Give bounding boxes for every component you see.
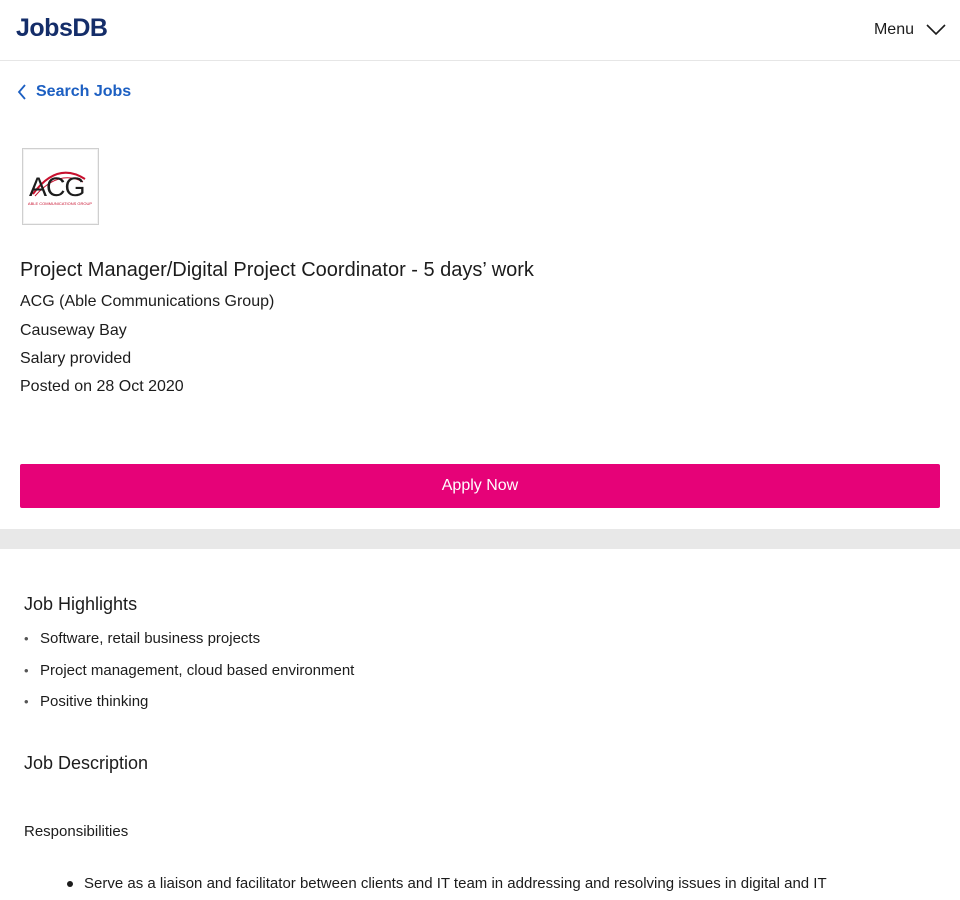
menu-button[interactable]: Menu	[874, 16, 946, 44]
chevron-left-icon	[17, 84, 26, 100]
section-divider	[0, 529, 960, 549]
highlight-text: Software, retail business projects	[40, 630, 261, 647]
top-header: JobsDB Menu	[0, 0, 960, 61]
back-to-search-link[interactable]: Search Jobs	[16, 80, 131, 104]
responsibility-item: Serve as a liaison and facilitator betwe…	[67, 874, 904, 894]
company-name[interactable]: ACG (Able Communications Group)	[20, 292, 274, 312]
acg-logo-image: ACG ABLE COMMUNICATIONS GROUP	[28, 171, 92, 206]
bullet-icon: •	[24, 631, 29, 646]
responsibility-text: Serve as a liaison and facilitator betwe…	[84, 875, 827, 892]
company-logo[interactable]: ACG ABLE COMMUNICATIONS GROUP	[22, 148, 99, 225]
back-link-label: Search Jobs	[36, 83, 132, 100]
bullet-icon: •	[24, 694, 29, 709]
apply-now-button[interactable]: Apply Now	[20, 464, 940, 508]
job-highlights-list: • Software, retail business projects • Pro…	[24, 627, 354, 722]
job-title: Project Manager/Digital Project Coordina…	[20, 259, 534, 281]
job-description-heading: Job Description	[24, 753, 149, 773]
bullet-icon: •	[24, 662, 29, 678]
job-location: Causeway Bay	[20, 322, 127, 339]
chevron-down-icon	[926, 24, 946, 36]
salary-info: Salary provided	[20, 350, 132, 367]
highlight-item: • Software, retail business projects	[24, 627, 354, 659]
responsibilities-list: Serve as a liaison and facilitator betwe…	[67, 874, 904, 894]
highlight-text: Positive thinking	[40, 693, 149, 710]
highlight-item: • Project management, cloud based environ…	[24, 659, 354, 691]
logo-acg-letters: ACG	[29, 172, 85, 202]
menu-label: Menu	[873, 21, 914, 38]
bullet-icon	[67, 881, 73, 887]
job-highlights-heading: Job Highlights	[24, 594, 138, 614]
highlight-item: • Positive thinking	[24, 690, 354, 722]
jobsdb-logo[interactable]: JobsDB	[16, 11, 108, 45]
logo-acg-subtext: ABLE COMMUNICATIONS GROUP	[28, 201, 92, 206]
highlight-text: Project management, cloud based environm…	[40, 661, 355, 679]
responsibilities-label: Responsibilities	[24, 823, 129, 840]
posted-date: Posted on 28 Oct 2020	[20, 378, 184, 395]
